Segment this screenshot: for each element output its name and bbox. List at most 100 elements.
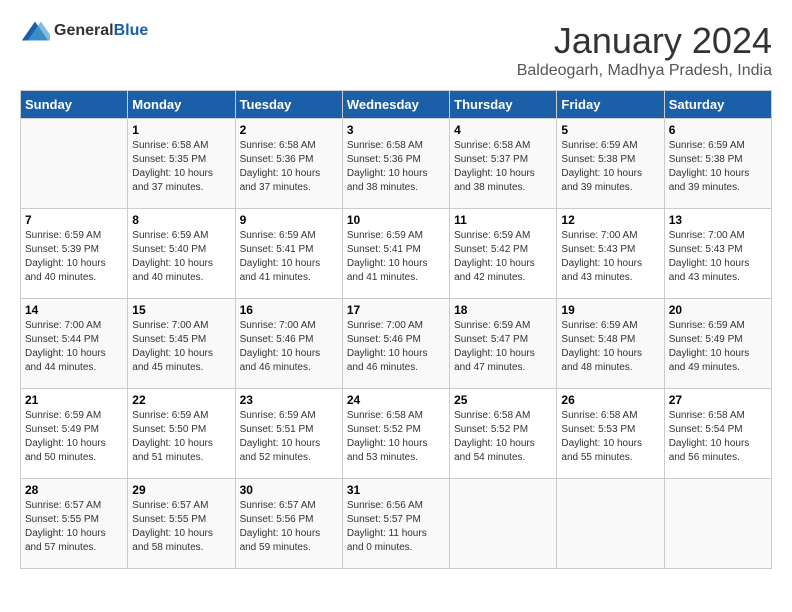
header-tuesday: Tuesday [235, 91, 342, 119]
header: GeneralBlue January 2024 Baldeogarh, Mad… [20, 20, 772, 80]
day-number-28: 28 [25, 483, 123, 497]
cell-0-4: 4Sunrise: 6:58 AM Sunset: 5:37 PM Daylig… [450, 119, 557, 209]
day-info-31: Sunrise: 6:56 AM Sunset: 5:57 PM Dayligh… [347, 499, 445, 555]
day-info-27: Sunrise: 6:58 AM Sunset: 5:54 PM Dayligh… [669, 409, 767, 465]
day-info-6: Sunrise: 6:59 AM Sunset: 5:38 PM Dayligh… [669, 139, 767, 195]
header-friday: Friday [557, 91, 664, 119]
day-info-5: Sunrise: 6:59 AM Sunset: 5:38 PM Dayligh… [561, 139, 659, 195]
day-number-5: 5 [561, 123, 659, 137]
cell-3-6: 27Sunrise: 6:58 AM Sunset: 5:54 PM Dayli… [664, 389, 771, 479]
day-info-30: Sunrise: 6:57 AM Sunset: 5:56 PM Dayligh… [240, 499, 338, 555]
cell-3-5: 26Sunrise: 6:58 AM Sunset: 5:53 PM Dayli… [557, 389, 664, 479]
day-number-12: 12 [561, 213, 659, 227]
day-number-18: 18 [454, 303, 552, 317]
day-info-21: Sunrise: 6:59 AM Sunset: 5:49 PM Dayligh… [25, 409, 123, 465]
day-number-10: 10 [347, 213, 445, 227]
day-number-4: 4 [454, 123, 552, 137]
day-number-8: 8 [132, 213, 230, 227]
day-number-30: 30 [240, 483, 338, 497]
cell-4-6 [664, 479, 771, 569]
day-number-7: 7 [25, 213, 123, 227]
cell-4-5 [557, 479, 664, 569]
cell-1-3: 10 Sunrise: 6:59 AM Sunset: 5:41 PM Dayli… [342, 209, 449, 299]
day-info-16: Sunrise: 7:00 AM Sunset: 5:46 PM Dayligh… [240, 319, 338, 375]
day-info-19: Sunrise: 6:59 AM Sunset: 5:48 PM Dayligh… [561, 319, 659, 375]
cell-1-6: 13Sunrise: 7:00 AM Sunset: 5:43 PM Dayli… [664, 209, 771, 299]
header-wednesday: Wednesday [342, 91, 449, 119]
day-info-23: Sunrise: 6:59 AM Sunset: 5:51 PM Dayligh… [240, 409, 338, 465]
day-number-21: 21 [25, 393, 123, 407]
day-info-2: Sunrise: 6:58 AM Sunset: 5:36 PM Dayligh… [240, 139, 338, 195]
header-sunday: Sunday [21, 91, 128, 119]
day-number-3: 3 [347, 123, 445, 137]
week-row-4: 28 Sunrise: 6:57 AM Sunset: 5:55 PM Dayli… [21, 479, 772, 569]
logo-blue: Blue [114, 22, 149, 39]
day-info-8: Sunrise: 6:59 AM Sunset: 5:40 PM Dayligh… [132, 229, 230, 285]
cell-1-5: 12 Sunrise: 7:00 AM Sunset: 5:43 PM Dayli… [557, 209, 664, 299]
header-row: Sunday Monday Tuesday Wednesday Thursday… [21, 91, 772, 119]
logo-general: General [54, 22, 114, 39]
day-info-10: Sunrise: 6:59 AM Sunset: 5:41 PM Dayligh… [347, 229, 445, 285]
day-number-29: 29 [132, 483, 230, 497]
calendar-table: Sunday Monday Tuesday Wednesday Thursday… [20, 90, 772, 569]
day-number-14: 14 [25, 303, 123, 317]
day-number-25: 25 [454, 393, 552, 407]
week-row-0: 1 Sunrise: 6:58 AM Sunset: 5:35 PM Daylig… [21, 119, 772, 209]
week-row-1: 7 Sunrise: 6:59 AM Sunset: 5:39 PM Daylig… [21, 209, 772, 299]
day-info-14: Sunrise: 7:00 AM Sunset: 5:44 PM Dayligh… [25, 319, 123, 375]
logo-icon [20, 20, 50, 42]
day-number-24: 24 [347, 393, 445, 407]
cell-4-0: 28 Sunrise: 6:57 AM Sunset: 5:55 PM Dayli… [21, 479, 128, 569]
day-number-16: 16 [240, 303, 338, 317]
cell-3-0: 21 Sunrise: 6:59 AM Sunset: 5:49 PM Dayli… [21, 389, 128, 479]
day-info-15: Sunrise: 7:00 AM Sunset: 5:45 PM Dayligh… [132, 319, 230, 375]
cell-4-3: 31 Sunrise: 6:56 AM Sunset: 5:57 PM Dayli… [342, 479, 449, 569]
header-saturday: Saturday [664, 91, 771, 119]
cell-0-1: 1 Sunrise: 6:58 AM Sunset: 5:35 PM Daylig… [128, 119, 235, 209]
day-info-28: Sunrise: 6:57 AM Sunset: 5:55 PM Dayligh… [25, 499, 123, 555]
cell-0-5: 5 Sunrise: 6:59 AM Sunset: 5:38 PM Daylig… [557, 119, 664, 209]
day-info-22: Sunrise: 6:59 AM Sunset: 5:50 PM Dayligh… [132, 409, 230, 465]
day-info-24: Sunrise: 6:58 AM Sunset: 5:52 PM Dayligh… [347, 409, 445, 465]
day-info-12: Sunrise: 7:00 AM Sunset: 5:43 PM Dayligh… [561, 229, 659, 285]
day-number-13: 13 [669, 213, 767, 227]
cell-3-2: 23 Sunrise: 6:59 AM Sunset: 5:51 PM Dayli… [235, 389, 342, 479]
header-thursday: Thursday [450, 91, 557, 119]
cell-3-4: 25 Sunrise: 6:58 AM Sunset: 5:52 PM Dayli… [450, 389, 557, 479]
week-row-3: 21 Sunrise: 6:59 AM Sunset: 5:49 PM Dayli… [21, 389, 772, 479]
day-info-25: Sunrise: 6:58 AM Sunset: 5:52 PM Dayligh… [454, 409, 552, 465]
cell-1-0: 7 Sunrise: 6:59 AM Sunset: 5:39 PM Daylig… [21, 209, 128, 299]
cell-2-3: 17 Sunrise: 7:00 AM Sunset: 5:46 PM Dayli… [342, 299, 449, 389]
day-info-26: Sunrise: 6:58 AM Sunset: 5:53 PM Dayligh… [561, 409, 659, 465]
cell-3-1: 22 Sunrise: 6:59 AM Sunset: 5:50 PM Dayli… [128, 389, 235, 479]
day-number-17: 17 [347, 303, 445, 317]
day-info-29: Sunrise: 6:57 AM Sunset: 5:55 PM Dayligh… [132, 499, 230, 555]
calendar-body: 1 Sunrise: 6:58 AM Sunset: 5:35 PM Daylig… [21, 119, 772, 569]
day-info-17: Sunrise: 7:00 AM Sunset: 5:46 PM Dayligh… [347, 319, 445, 375]
day-number-2: 2 [240, 123, 338, 137]
day-info-20: Sunrise: 6:59 AM Sunset: 5:49 PM Dayligh… [669, 319, 767, 375]
cell-2-6: 20Sunrise: 6:59 AM Sunset: 5:49 PM Dayli… [664, 299, 771, 389]
cell-2-2: 16 Sunrise: 7:00 AM Sunset: 5:46 PM Dayli… [235, 299, 342, 389]
cell-2-0: 14 Sunrise: 7:00 AM Sunset: 5:44 PM Dayli… [21, 299, 128, 389]
cell-0-6: 6 Sunrise: 6:59 AM Sunset: 5:38 PM Daylig… [664, 119, 771, 209]
day-info-7: Sunrise: 6:59 AM Sunset: 5:39 PM Dayligh… [25, 229, 123, 285]
day-number-6: 6 [669, 123, 767, 137]
day-info-1: Sunrise: 6:58 AM Sunset: 5:35 PM Dayligh… [132, 139, 230, 195]
cell-4-2: 30 Sunrise: 6:57 AM Sunset: 5:56 PM Dayli… [235, 479, 342, 569]
day-number-1: 1 [132, 123, 230, 137]
header-monday: Monday [128, 91, 235, 119]
subtitle: Baldeogarh, Madhya Pradesh, India [517, 62, 772, 80]
day-number-23: 23 [240, 393, 338, 407]
cell-1-4: 11Sunrise: 6:59 AM Sunset: 5:42 PM Dayli… [450, 209, 557, 299]
day-info-9: Sunrise: 6:59 AM Sunset: 5:41 PM Dayligh… [240, 229, 338, 285]
day-number-22: 22 [132, 393, 230, 407]
logo: GeneralBlue [20, 20, 148, 42]
calendar-header: Sunday Monday Tuesday Wednesday Thursday… [21, 91, 772, 119]
cell-2-1: 15 Sunrise: 7:00 AM Sunset: 5:45 PM Dayli… [128, 299, 235, 389]
cell-3-3: 24 Sunrise: 6:58 AM Sunset: 5:52 PM Dayli… [342, 389, 449, 479]
cell-4-1: 29 Sunrise: 6:57 AM Sunset: 5:55 PM Dayli… [128, 479, 235, 569]
day-number-15: 15 [132, 303, 230, 317]
month-title: January 2024 [517, 20, 772, 62]
day-number-31: 31 [347, 483, 445, 497]
